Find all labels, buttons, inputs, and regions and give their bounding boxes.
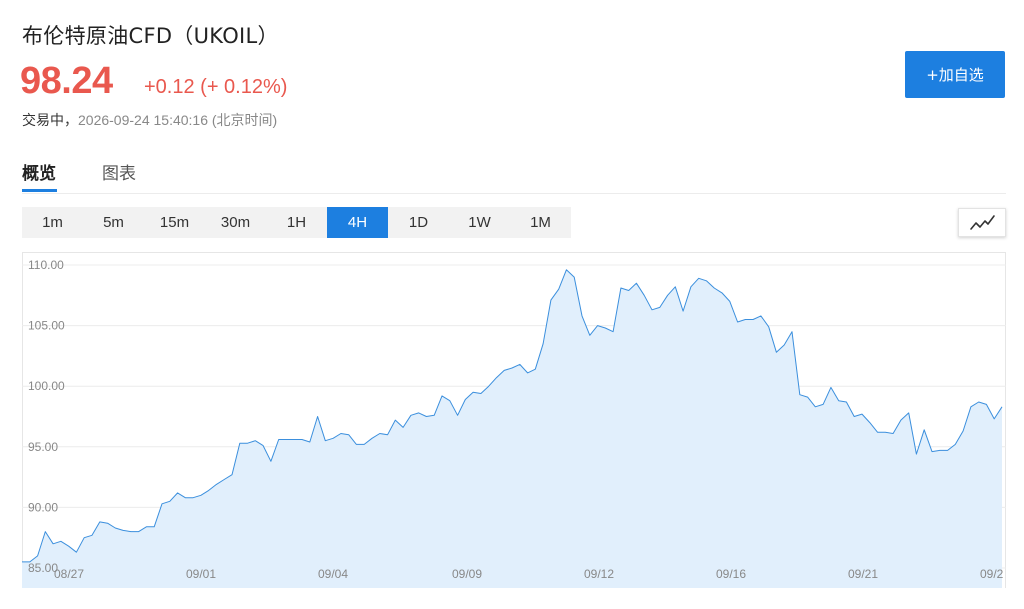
status-text: 交易中， <box>22 113 78 129</box>
range-5m[interactable]: 5m <box>83 207 144 238</box>
range-4h[interactable]: 4H <box>327 207 388 238</box>
x-tick-label: 09/16 <box>716 567 746 581</box>
x-tick-label: 08/27 <box>54 567 84 581</box>
x-tick-label: 09/01 <box>186 567 216 581</box>
tab-overview[interactable]: 概览 <box>22 159 56 184</box>
add-to-watchlist-button[interactable]: +加自选 <box>905 51 1005 98</box>
time-range-selector: 1m 5m 15m 30m 1H 4H 1D 1W 1M <box>22 207 571 238</box>
range-1d[interactable]: 1D <box>388 207 449 238</box>
tab-bar: 概览 图表 <box>22 156 1006 194</box>
timestamp: 2026-09-24 15:40:16 (北京时间) <box>78 112 278 128</box>
x-tick-label: 09/21 <box>848 567 878 581</box>
range-1m[interactable]: 1m <box>22 207 83 238</box>
trading-status: 交易中，2026-09-24 15:40:16 (北京时间) <box>22 110 277 130</box>
range-1w[interactable]: 1W <box>449 207 510 238</box>
range-30m[interactable]: 30m <box>205 207 266 238</box>
price-chart: 110.00 105.00 100.00 95.00 90.00 85.00 08/27 0… <box>22 252 1006 589</box>
y-tick-label: 105.00 <box>28 319 65 333</box>
range-15m[interactable]: 15m <box>144 207 205 238</box>
price-chart-svg: 110.00105.00100.0095.0090.0085.00 08/27 0… <box>22 252 1006 589</box>
y-tick-label: 100.00 <box>28 379 65 393</box>
instrument-title: 布伦特原油CFD（UKOIL） <box>22 24 279 48</box>
x-tick-label: 09/09 <box>452 567 482 581</box>
y-tick-label: 110.00 <box>28 258 64 272</box>
active-tab-indicator <box>22 189 57 192</box>
y-tick-label: 90.00 <box>28 500 58 514</box>
chart-type-button[interactable] <box>958 208 1006 237</box>
x-tick-label: 09/2 <box>980 567 1004 581</box>
line-chart-icon <box>970 215 995 230</box>
range-1mo[interactable]: 1M <box>510 207 571 238</box>
current-price: 98.24 <box>20 60 113 102</box>
range-1h[interactable]: 1H <box>266 207 327 238</box>
x-tick-label: 09/04 <box>318 567 348 581</box>
x-tick-label: 09/12 <box>584 567 614 581</box>
tab-chart[interactable]: 图表 <box>102 159 136 184</box>
y-tick-label: 95.00 <box>28 440 58 454</box>
price-change: +0.12 (+ 0.12%) <box>144 76 288 98</box>
